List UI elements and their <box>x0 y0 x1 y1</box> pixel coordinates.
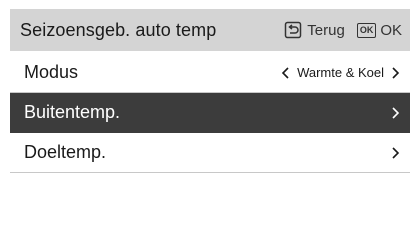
list-item-doeltemp[interactable]: Doeltemp. <box>10 133 410 173</box>
list-item-modus[interactable]: Modus Warmte & Koel <box>10 53 410 93</box>
back-label: Terug <box>307 21 345 39</box>
list-item-label: Modus <box>24 62 79 82</box>
header-actions: Terug OK OK <box>284 21 402 39</box>
back-button[interactable]: Terug <box>284 21 345 39</box>
chevron-right-icon[interactable] <box>390 66 400 79</box>
mode-selector[interactable]: Warmte & Koel <box>281 65 400 80</box>
page-title: Seizoensgeb. auto temp <box>20 19 217 40</box>
chevron-right-icon <box>392 106 400 119</box>
list-item-label: Doeltemp. <box>24 142 107 162</box>
list-item-label: Buitentemp. <box>24 102 121 122</box>
mode-value: Warmte & Koel <box>297 65 384 80</box>
back-arrow-icon <box>285 21 302 39</box>
screen: Seizoensgeb. auto temp Terug OK OK Modus <box>0 0 417 242</box>
chevron-left-icon[interactable] <box>281 66 291 79</box>
ok-label: OK <box>380 21 402 39</box>
ok-button[interactable]: OK OK <box>345 22 402 39</box>
settings-list: Modus Warmte & Koel Buitentemp. Doeltemp… <box>10 53 410 173</box>
chevron-right-icon <box>392 146 400 159</box>
list-item-buitentemp[interactable]: Buitentemp. <box>10 93 410 133</box>
ok-key-icon: OK <box>356 22 377 38</box>
header-bar: Seizoensgeb. auto temp Terug OK OK <box>10 9 410 51</box>
